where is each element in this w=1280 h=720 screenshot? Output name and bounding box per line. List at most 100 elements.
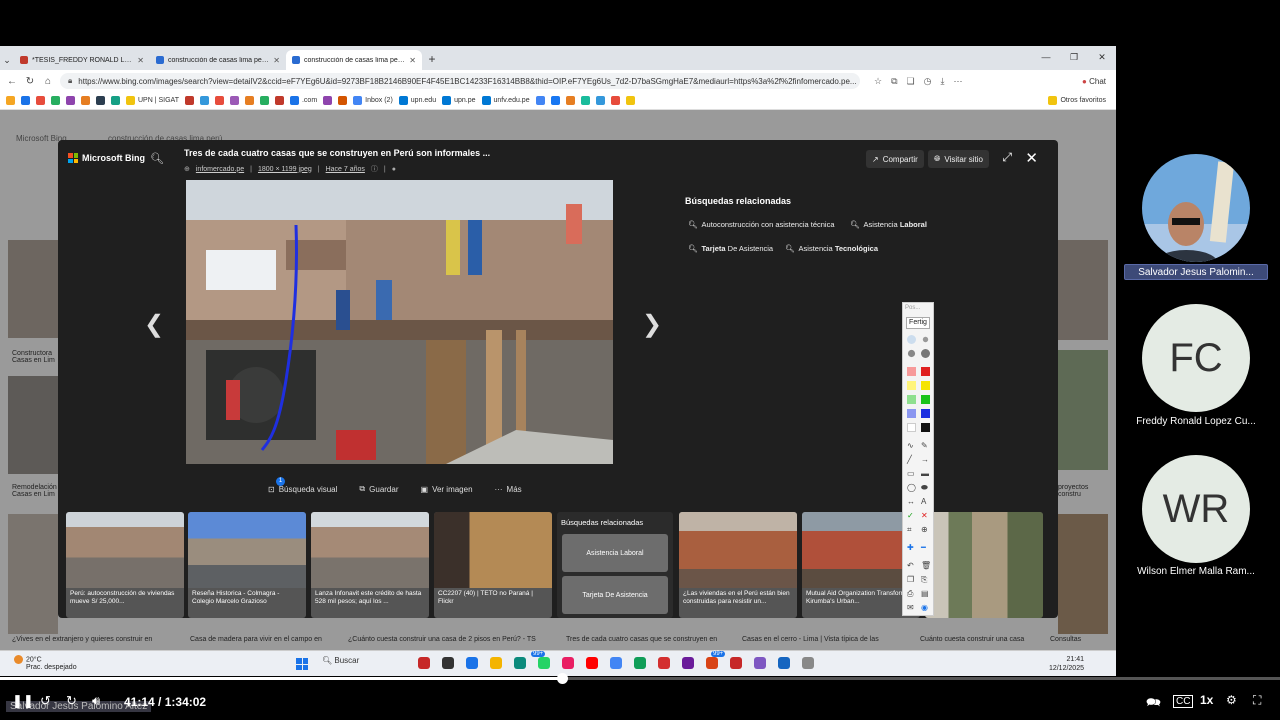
arrow-icon[interactable]: → [921, 455, 929, 464]
bookmark-icon[interactable] [214, 96, 224, 105]
bookmark-icon[interactable] [111, 96, 120, 105]
email-icon[interactable]: ✉ [907, 603, 914, 612]
app-icon[interactable] [418, 657, 430, 669]
close-icon[interactable]: ✕ [137, 56, 144, 65]
pen-size-xlarge[interactable] [921, 349, 930, 358]
app-icon[interactable] [802, 657, 814, 669]
close-icon[interactable]: ✕ [1025, 149, 1038, 167]
url-field[interactable]: 🔒︎ https://www.bing.com/images/search?vi… [60, 73, 860, 89]
cross-icon[interactable]: ✕ [921, 511, 928, 520]
remove-icon[interactable]: ━ [921, 543, 926, 552]
zoom-icon[interactable]: ⊕ [921, 525, 928, 534]
folder-icon[interactable] [625, 96, 635, 105]
add-icon[interactable]: ✚ [907, 543, 914, 552]
color-swatch[interactable] [921, 409, 930, 418]
settings-icon[interactable]: ⋯ [953, 76, 962, 87]
app-icon[interactable] [562, 657, 574, 669]
bg-thumb[interactable] [1058, 350, 1108, 470]
expand-icon[interactable]: ⤢ [1002, 150, 1012, 165]
weather-widget[interactable]: 20°C Prac. despejado [14, 655, 77, 672]
acrobat-icon[interactable] [730, 657, 742, 669]
paste-icon[interactable]: ⎘ [921, 575, 927, 585]
bookmark-icon[interactable] [274, 96, 284, 105]
edge-icon[interactable] [466, 657, 478, 669]
bookmark-inbox[interactable]: Inbox (2) [353, 96, 393, 105]
refresh-icon[interactable]: ↻ [24, 76, 36, 87]
bookmark-icon[interactable] [6, 96, 15, 105]
home-icon[interactable]: ⌂ [42, 76, 54, 87]
gmail-icon[interactable] [338, 96, 348, 105]
downloads-icon[interactable]: ⤓ [940, 76, 944, 87]
related-card-item[interactable]: Tarjeta De Asistencia [562, 576, 668, 614]
progress-bar[interactable] [0, 673, 1280, 684]
rewind-10-icon[interactable]: ↺ [40, 693, 51, 709]
fullscreen-icon[interactable]: ⛶ [1253, 693, 1261, 708]
windows-start-icon[interactable] [296, 658, 308, 670]
bookmark-com[interactable]: .com [289, 96, 317, 105]
minimize-icon[interactable]: — [1032, 48, 1060, 66]
ellipse-icon[interactable]: ◯ [907, 483, 916, 492]
related-chip[interactable]: 🔍︎ Autoconstrucción con asistencia técni… [688, 216, 835, 232]
print-icon[interactable]: ⎙ [907, 589, 913, 599]
copy-icon[interactable]: ❐ [907, 575, 914, 584]
bookmark-icon[interactable] [580, 96, 590, 105]
teams-icon[interactable] [754, 657, 766, 669]
collections-icon[interactable]: ❏ [907, 76, 915, 87]
color-swatch[interactable] [921, 381, 930, 390]
tab-thesis[interactable]: *TESIS_FREDDY RONALD LOPEZ C ✕ [14, 50, 150, 70]
bookmark-icon[interactable] [96, 96, 105, 105]
double-arrow-icon[interactable]: ↔ [907, 497, 915, 506]
bg-thumb[interactable] [8, 376, 58, 474]
app-icon[interactable] [634, 657, 646, 669]
chat-button[interactable]: ● Chat [1082, 77, 1106, 86]
rectangle-icon[interactable]: ▭ [907, 469, 915, 478]
bookmark-icon[interactable] [199, 96, 209, 105]
captions-icon[interactable]: CC [1173, 695, 1194, 708]
transcript-icon[interactable]: 🗪︎ [1146, 693, 1161, 714]
history-icon[interactable]: ◷ [924, 76, 932, 87]
undo-icon[interactable]: ↶ [907, 561, 914, 570]
filled-ellipse-icon[interactable]: ⬬ [921, 483, 928, 493]
image-size[interactable]: 1800 × 1199 jpeg [258, 166, 312, 173]
bookmark-icon[interactable] [184, 96, 194, 105]
back-icon[interactable]: ← [6, 76, 18, 87]
done-button[interactable]: Fertig [906, 317, 930, 329]
bookmark-icon[interactable] [565, 96, 575, 105]
similar-image[interactable]: ¿Las viviendas en el Perú están bien con… [679, 512, 797, 618]
bookmark-icon[interactable] [81, 96, 90, 105]
trash-icon[interactable]: 🗑︎ [921, 561, 931, 570]
word-icon[interactable] [778, 657, 790, 669]
save-disk-icon[interactable]: ▤ [921, 589, 929, 598]
bookmark-upn-sigat[interactable]: UPN | SIGAT [126, 96, 179, 105]
color-swatch[interactable] [921, 367, 930, 376]
previous-image-icon[interactable]: ❮ [144, 310, 164, 339]
taskbar-search[interactable]: 🔍︎ Buscar [322, 656, 359, 665]
tab-list-icon[interactable]: ⌄ [0, 50, 14, 70]
favorite-icon[interactable]: ☆ [874, 76, 882, 87]
bookmark-icon[interactable] [21, 96, 30, 105]
upload-icon[interactable]: ◉ [921, 603, 928, 612]
pen-size-small[interactable] [907, 335, 916, 344]
taskbar-clock[interactable]: 21:41 12/12/2025 [1049, 655, 1084, 673]
share-button[interactable]: ↗ Compartir [866, 150, 924, 168]
bing-logo[interactable]: Microsoft Bing [68, 153, 145, 163]
new-tab-button[interactable]: + [422, 50, 442, 70]
more-button[interactable]: ··· Más [495, 484, 522, 494]
similar-image[interactable]: Lanza Infonavit este crédito de hasta 52… [311, 512, 429, 618]
app-icon[interactable] [682, 657, 694, 669]
color-swatch[interactable] [907, 395, 916, 404]
bg-thumb[interactable] [8, 240, 58, 338]
whatsapp-icon[interactable] [538, 657, 550, 669]
app-icon[interactable] [442, 657, 454, 669]
color-swatch[interactable] [907, 409, 916, 418]
color-swatch[interactable] [921, 395, 930, 404]
app-icon[interactable] [658, 657, 670, 669]
explorer-icon[interactable] [490, 657, 502, 669]
related-chip[interactable]: 🔍︎ Asistencia Tecnológica [785, 240, 878, 256]
playback-speed[interactable]: 1x [1200, 693, 1213, 707]
pen-size-large[interactable] [907, 349, 916, 358]
next-image-icon[interactable]: ❯ [642, 310, 662, 339]
bookmark-icon[interactable] [51, 96, 60, 105]
bg-thumb[interactable] [8, 514, 58, 634]
bookmark-icon[interactable] [244, 96, 254, 105]
